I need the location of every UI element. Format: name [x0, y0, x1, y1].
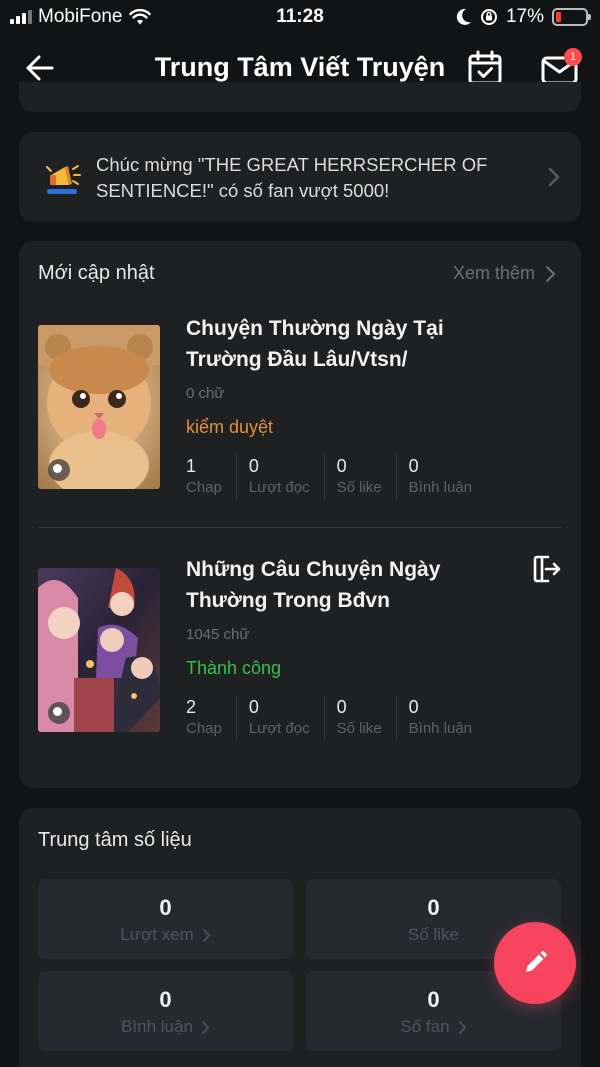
screen: MobiFone 11:28 17% Trung Tâm Viết Truyện…	[0, 0, 600, 1067]
see-more-label: Xem thêm	[452, 263, 535, 283]
stat-label: Số like	[336, 720, 382, 737]
stat-chapters: 1 Chap	[186, 455, 237, 499]
chevron-right-icon	[458, 1020, 466, 1034]
book-word-count: 0 chữ	[186, 385, 225, 402]
chevron-right-icon	[202, 928, 210, 942]
metric-label: Số fan	[400, 1017, 466, 1037]
stat-comments: 0 Bình luận	[409, 696, 486, 740]
write-fab-button[interactable]	[494, 922, 576, 1004]
book-title[interactable]: Chuyện Thường Ngày Tại Trường Đầu Lâu/Vt…	[186, 313, 506, 375]
book-stats: 1 Chap 0 Lượt đọc 0 Số like 0 Bình luận	[186, 455, 498, 499]
metric-value: 0	[159, 895, 172, 920]
metric-label-text: Lượt xem	[120, 925, 194, 944]
stat-label: Chap	[186, 720, 222, 737]
metric-value: 0	[427, 895, 440, 920]
section-title: Mới cập nhật	[38, 262, 155, 284]
back-arrow-icon[interactable]	[22, 50, 58, 86]
cover-indicator-icon	[48, 702, 70, 724]
see-more-link[interactable]: Xem thêm	[453, 263, 557, 284]
book-title[interactable]: Những Câu Chuyện Ngày Thường Trong Bđvn	[186, 554, 506, 616]
book-cover[interactable]	[38, 325, 160, 489]
page-title: Trung Tâm Viết Truyện	[154, 52, 446, 82]
top-card-edge	[19, 82, 581, 112]
stat-label: Số like	[336, 479, 382, 496]
stat-value: 0	[248, 697, 259, 717]
cover-indicator-icon	[48, 459, 70, 481]
chevron-right-icon	[548, 167, 560, 187]
stat-reads: 0 Lượt đọc	[249, 455, 325, 499]
battery-icon	[552, 8, 591, 26]
mail-badge: 1	[564, 48, 582, 66]
status-right: 17%	[456, 6, 591, 28]
notice-banner[interactable]: Chúc mừng "THE GREAT HERRSERCHER OF SENT…	[19, 132, 581, 222]
stat-value: 0	[336, 456, 347, 476]
stat-likes: 0 Số like	[337, 696, 397, 740]
pencil-icon	[526, 951, 547, 972]
stat-comments: 0 Bình luận	[409, 455, 486, 499]
status-bar: MobiFone 11:28 17%	[0, 0, 600, 34]
book-cover[interactable]	[38, 568, 160, 732]
book-status: kiểm duyệt	[186, 417, 274, 437]
metric-comments[interactable]: 0 Bình luận	[38, 971, 293, 1051]
metric-label-text: Số like	[407, 925, 460, 944]
megaphone-icon	[46, 165, 81, 194]
moon-icon	[456, 8, 471, 25]
data-center-card: Trung tâm số liệu 0 Lượt xem 0 Số like 0…	[19, 808, 581, 1067]
book-item[interactable]: Chuyện Thường Ngày Tại Trường Đầu Lâu/Vt…	[38, 313, 562, 499]
stat-value: 2	[186, 697, 197, 717]
battery-percent: 17%	[505, 6, 544, 27]
metric-label-text: Bình luận	[121, 1017, 193, 1036]
notice-text: Chúc mừng "THE GREAT HERRSERCHER OF SENT…	[96, 154, 488, 201]
book-status: Thành công	[186, 658, 282, 678]
divider	[38, 527, 562, 528]
stat-label: Lượt đọc	[248, 479, 310, 496]
chevron-right-icon	[546, 265, 555, 282]
section-title: Trung tâm số liệu	[38, 829, 192, 851]
stat-value: 0	[408, 697, 419, 717]
stat-reads: 0 Lượt đọc	[249, 696, 325, 740]
stat-value: 1	[186, 456, 197, 476]
book-word-count: 1045 chữ	[186, 626, 250, 643]
book-item[interactable]: Những Câu Chuyện Ngày Thường Trong Bđvn …	[38, 554, 562, 740]
stat-label: Bình luận	[408, 720, 473, 737]
metric-label: Lượt xem	[120, 925, 211, 945]
exit-door-icon[interactable]	[532, 554, 562, 584]
stat-label: Chap	[186, 479, 222, 496]
stat-value: 0	[248, 456, 259, 476]
stat-value: 0	[336, 697, 347, 717]
stat-label: Lượt đọc	[248, 720, 310, 737]
metric-views[interactable]: 0 Lượt xem	[38, 879, 293, 959]
recent-updates-card: Mới cập nhật Xem thêm Chuyện Thường Ngày…	[19, 241, 581, 788]
chevron-right-icon	[202, 1020, 210, 1034]
stat-value: 0	[408, 456, 419, 476]
metric-label: Số like	[408, 925, 459, 945]
book-stats: 2 Chap 0 Lượt đọc 0 Số like 0 Bình luận	[186, 696, 498, 740]
metric-label-text: Số fan	[400, 1017, 450, 1036]
stat-label: Bình luận	[408, 479, 473, 496]
metric-value: 0	[159, 987, 172, 1012]
stat-likes: 0 Số like	[337, 455, 397, 499]
stat-chapters: 2 Chap	[186, 696, 237, 740]
metric-label: Bình luận	[121, 1017, 210, 1037]
orientation-lock-icon	[480, 9, 497, 25]
battery-level	[556, 12, 561, 22]
